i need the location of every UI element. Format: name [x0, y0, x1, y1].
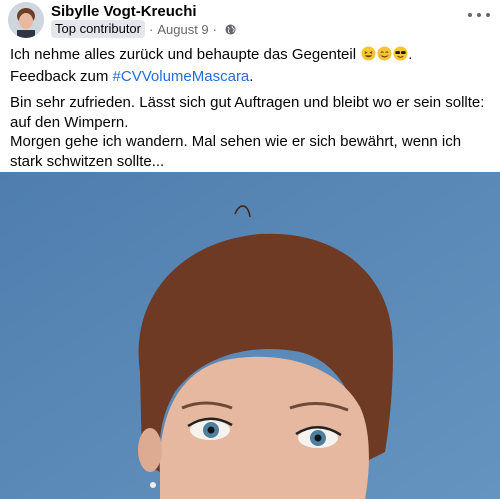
post-text-line1: Ich nehme alles zurück und behaupte das …: [10, 45, 494, 65]
avatar[interactable]: [8, 2, 44, 38]
post-photo[interactable]: [0, 172, 500, 499]
feedback-prefix: Feedback zum: [10, 68, 113, 85]
hashtag-link[interactable]: #CVVolumeMascara: [113, 68, 250, 85]
post-meta: Top contributor · August 9 ·: [51, 20, 236, 38]
sunglasses-emoji: [393, 46, 408, 61]
post-text-intro: Ich nehme alles zurück und behaupte das …: [10, 46, 361, 63]
post-text-intro-end: .: [408, 46, 413, 63]
top-contributor-badge[interactable]: Top contributor: [51, 20, 145, 38]
globe-icon: [225, 23, 236, 35]
post-date[interactable]: August 9: [157, 22, 208, 37]
author-name[interactable]: Sibylle Vogt-Kreuchi: [51, 3, 197, 20]
meta-separator: ·: [149, 21, 154, 37]
more-dots-icon[interactable]: [468, 8, 490, 22]
post-text-feedback: Feedback zum #CVVolumeMascara.: [10, 67, 494, 87]
feedback-suffix: .: [249, 68, 254, 85]
post-body-line1: Bin sehr zufrieden. Lässt sich gut Auftr…: [10, 94, 485, 131]
post-text-body: Bin sehr zufrieden. Lässt sich gut Auftr…: [10, 93, 494, 171]
meta-separator: ·: [212, 21, 218, 37]
post-body-line2: Morgen gehe ich wandern. Mal sehen wie e…: [10, 133, 462, 170]
laughing-emoji: [361, 46, 376, 61]
smiling-emoji: [377, 46, 392, 61]
post-header: Sibylle Vogt-Kreuchi Top contributor · A…: [0, 0, 500, 42]
